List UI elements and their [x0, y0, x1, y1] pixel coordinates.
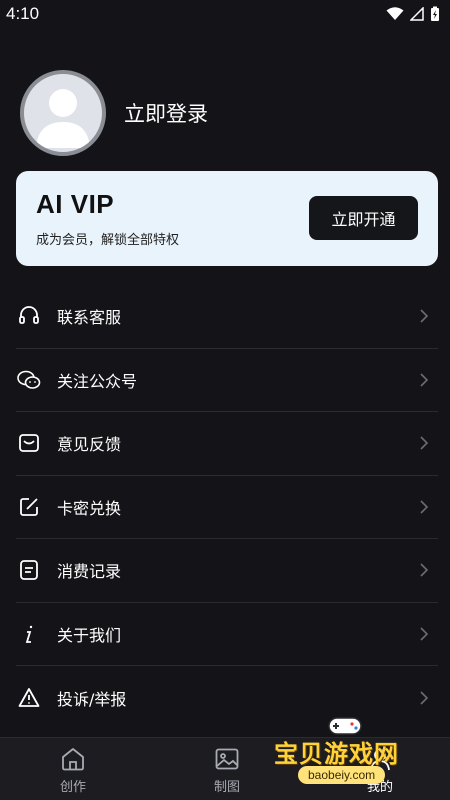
edit-icon	[17, 495, 41, 519]
status-icons	[386, 6, 440, 22]
chevron-right-icon	[420, 309, 429, 323]
chevron-right-icon	[420, 500, 429, 514]
status-bar: 4:10	[0, 0, 450, 28]
record-icon	[17, 558, 41, 582]
chevron-right-icon	[420, 691, 429, 705]
menu-item-label: 关于我们	[57, 625, 122, 645]
signal-icon	[410, 7, 424, 21]
menu-item-label: 关注公众号	[57, 371, 138, 391]
headset-icon	[17, 304, 41, 328]
menu-item-card-redeem[interactable]: 卡密兑换	[16, 476, 438, 539]
menu-item-label: 卡密兑换	[57, 498, 122, 518]
vip-subtitle: 成为会员，解锁全部特权	[36, 233, 180, 248]
menu-item-purchase-history[interactable]: 消费记录	[16, 539, 438, 603]
info-icon	[17, 622, 41, 646]
settings-menu: 联系客服 关注公众号 意见反馈 卡密兑换 消费记录 关于我们 投诉/举报	[16, 285, 438, 730]
menu-item-label: 联系客服	[57, 308, 122, 328]
menu-item-label: 投诉/举报	[57, 689, 127, 709]
avatar[interactable]	[20, 70, 106, 156]
battery-icon	[431, 6, 439, 21]
wechat-icon	[17, 368, 41, 392]
menu-item-label: 消费记录	[57, 562, 122, 582]
tab-draw[interactable]: 制图	[192, 746, 262, 795]
menu-item-follow-account[interactable]: 关注公众号	[16, 349, 438, 412]
chevron-right-icon	[420, 563, 429, 577]
chevron-right-icon	[420, 436, 429, 450]
status-time: 4:10	[6, 4, 40, 23]
vip-title: AI VIP	[36, 189, 115, 219]
tab-label: 制图	[213, 780, 240, 795]
user-placeholder-icon	[36, 89, 90, 148]
home-icon	[62, 748, 84, 771]
login-link[interactable]: 立即登录	[124, 98, 208, 128]
feedback-icon	[17, 431, 41, 455]
chevron-right-icon	[420, 373, 429, 387]
vip-activate-button[interactable]: 立即开通	[309, 196, 418, 240]
menu-item-feedback[interactable]: 意见反馈	[16, 412, 438, 476]
profile-icon	[370, 749, 390, 771]
menu-item-report[interactable]: 投诉/举报	[16, 666, 438, 730]
tab-mine[interactable]: 我的	[345, 746, 415, 795]
tab-label: 创作	[59, 780, 86, 795]
tab-create[interactable]: 创作	[38, 746, 108, 795]
warning-icon	[17, 686, 41, 710]
profile-section[interactable]: 立即登录	[20, 70, 208, 156]
wifi-icon	[386, 7, 404, 20]
tab-label: 我的	[366, 780, 393, 795]
chevron-right-icon	[420, 627, 429, 641]
bottom-tab-bar: 创作 制图 我的	[0, 737, 450, 800]
image-icon	[215, 748, 239, 770]
menu-item-about-us[interactable]: 关于我们	[16, 603, 438, 666]
menu-item-customer-service[interactable]: 联系客服	[16, 285, 438, 349]
vip-card[interactable]: AI VIP 成为会员，解锁全部特权 立即开通	[16, 171, 438, 266]
menu-item-label: 意见反馈	[57, 435, 122, 455]
